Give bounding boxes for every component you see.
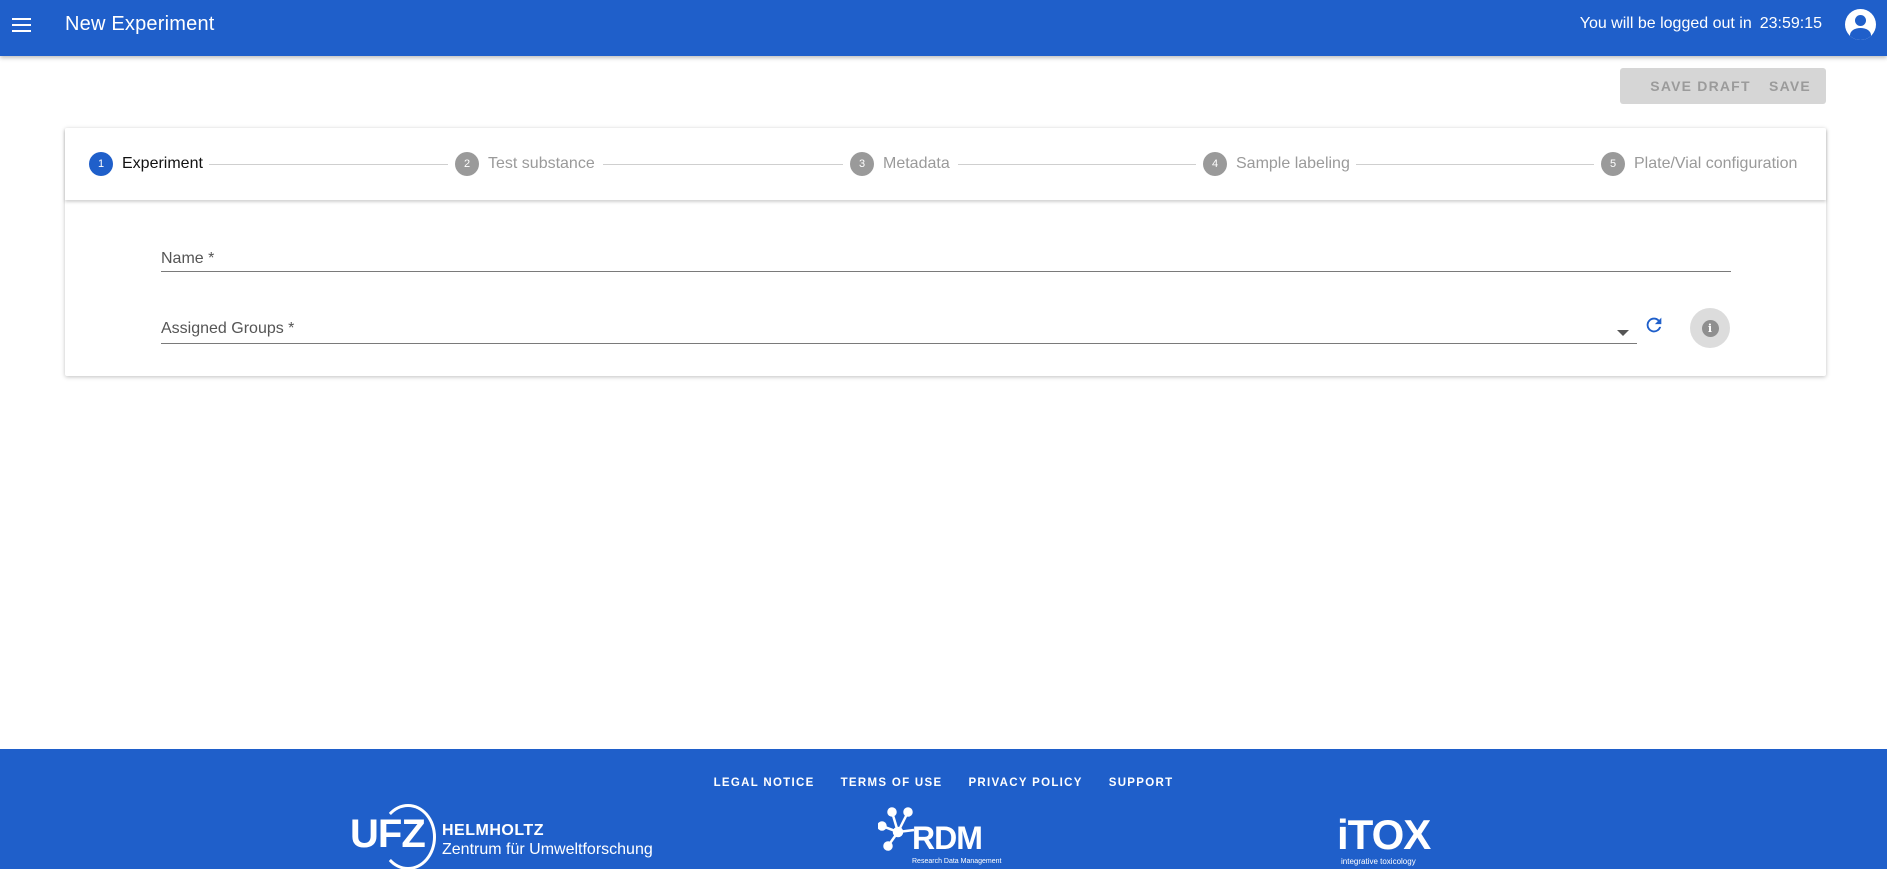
step-label: Experiment (122, 155, 203, 172)
step-connector (603, 164, 843, 165)
footer-links: LEGAL NOTICE TERMS OF USE PRIVACY POLICY… (0, 777, 1887, 789)
rdm-logo-subtitle: Research Data Management (912, 858, 1002, 865)
ufz-logo-line2: Zentrum für Umweltforschung (442, 841, 653, 858)
step-number: 2 (455, 152, 479, 176)
step-sample-labeling[interactable]: 4 Sample labeling (1203, 152, 1350, 176)
footer: LEGAL NOTICE TERMS OF USE PRIVACY POLICY… (0, 749, 1887, 870)
assigned-groups-select[interactable]: Assigned Groups * (161, 306, 1637, 344)
dropdown-arrow-icon[interactable] (1617, 330, 1629, 336)
privacy-policy-link[interactable]: PRIVACY POLICY (968, 777, 1082, 789)
step-connector (958, 164, 1196, 165)
step-experiment[interactable]: 1 Experiment (89, 152, 203, 176)
step-number: 3 (850, 152, 874, 176)
ufz-logo-line1: HELMHOLTZ (442, 822, 544, 839)
experiment-form-card: 1 Experiment 2 Test substance 3 Metadata… (65, 128, 1826, 376)
ufz-logo: UFZ HELMHOLTZ Zentrum für Umweltforschun… (350, 804, 660, 870)
legal-notice-link[interactable]: LEGAL NOTICE (714, 777, 815, 789)
itox-logo-subtitle: integrative toxicology (1341, 857, 1416, 866)
rdm-logo: RDM Research Data Management (878, 804, 1018, 869)
support-link[interactable]: SUPPORT (1109, 777, 1174, 789)
itox-logo: iTOX integrative toxicology (1337, 814, 1447, 869)
step-label: Test substance (488, 155, 595, 172)
menu-icon[interactable] (8, 12, 34, 38)
assigned-groups-label: Assigned Groups * (161, 320, 295, 337)
save-button[interactable]: SAVE (1754, 68, 1826, 104)
refresh-icon[interactable] (1643, 314, 1665, 336)
name-field-label: Name * (161, 250, 215, 267)
app-bar: New Experiment You will be logged out in… (0, 0, 1887, 56)
rdm-logo-mark: RDM (912, 820, 983, 856)
step-test-substance[interactable]: 2 Test substance (455, 152, 595, 176)
step-label: Metadata (883, 155, 950, 172)
step-connector (1356, 164, 1594, 165)
step-connector (209, 164, 448, 165)
step-number: 1 (89, 152, 113, 176)
account-circle-icon[interactable] (1845, 9, 1876, 40)
logout-timer-text: You will be logged out in 23:59:15 (1580, 15, 1822, 33)
info-button[interactable]: i (1690, 308, 1730, 348)
itox-logo-mark: iTOX (1337, 811, 1431, 858)
step-label: Plate/Vial configuration (1634, 155, 1798, 172)
step-plate-vial-configuration[interactable]: 5 Plate/Vial configuration (1601, 152, 1797, 176)
terms-of-use-link[interactable]: TERMS OF USE (841, 777, 943, 789)
logout-timer: 23:59:15 (1759, 15, 1822, 32)
step-label: Sample labeling (1236, 155, 1350, 172)
logout-label: You will be logged out in (1579, 15, 1752, 32)
stepper: 1 Experiment 2 Test substance 3 Metadata… (65, 128, 1826, 200)
step-metadata[interactable]: 3 Metadata (850, 152, 950, 176)
page-title: New Experiment (65, 13, 215, 35)
step-number: 4 (1203, 152, 1227, 176)
name-field[interactable]: Name * (161, 232, 1731, 272)
step-number: 5 (1601, 152, 1625, 176)
info-icon: i (1701, 319, 1719, 337)
ufz-logo-mark: UFZ (350, 812, 426, 856)
